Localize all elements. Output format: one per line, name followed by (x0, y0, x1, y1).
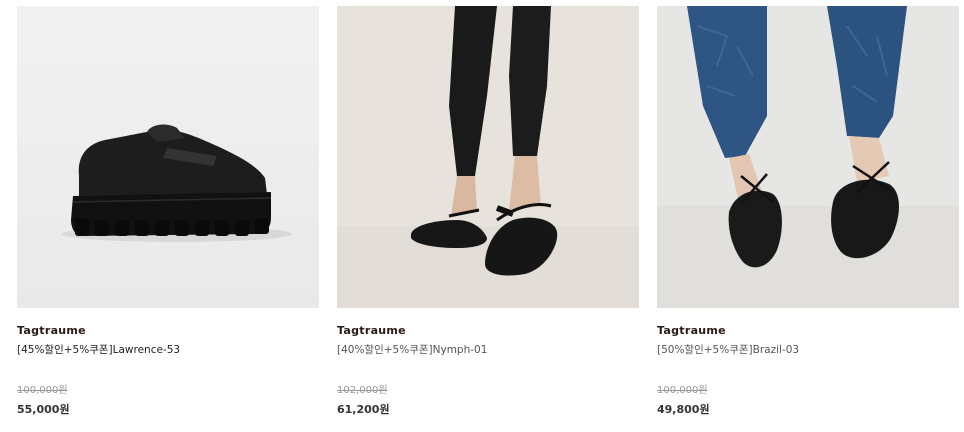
product-image-link[interactable] (657, 6, 959, 308)
product-image-slingback-flats (337, 6, 639, 308)
sale-price: 55,000원 (17, 403, 70, 416)
product-grid: Tagtraume [45%할인+5%쿠폰]Lawrence-53 100,00… (0, 0, 964, 432)
product-name[interactable]: [45%할인+5%쿠폰]Lawrence-53 (17, 343, 319, 357)
product-name[interactable]: [50%할인+5%쿠폰]Brazil-03 (657, 343, 959, 357)
original-price: 100,000원 (17, 385, 68, 396)
brand-name: Tagtraume (657, 324, 726, 337)
product-image-link[interactable] (17, 6, 319, 308)
sale-price: 61,200원 (337, 403, 390, 416)
product-image-ballet-flats (657, 6, 959, 308)
product-card: Tagtraume [45%할인+5%쿠폰]Lawrence-53 100,00… (17, 6, 319, 417)
product-image-link[interactable] (337, 6, 639, 308)
brand-name: Tagtraume (337, 324, 406, 337)
product-image-loafer (17, 6, 319, 308)
product-card: Tagtraume [50%할인+5%쿠폰]Brazil-03 100,000원… (657, 6, 959, 417)
sale-price: 49,800원 (657, 403, 710, 416)
brand-name: Tagtraume (17, 324, 86, 337)
original-price: 102,000원 (337, 385, 388, 396)
product-card: Tagtraume [40%할인+5%쿠폰]Nymph-01 102,000원 … (337, 6, 639, 417)
product-name[interactable]: [40%할인+5%쿠폰]Nymph-01 (337, 343, 639, 357)
original-price: 100,000원 (657, 385, 708, 396)
